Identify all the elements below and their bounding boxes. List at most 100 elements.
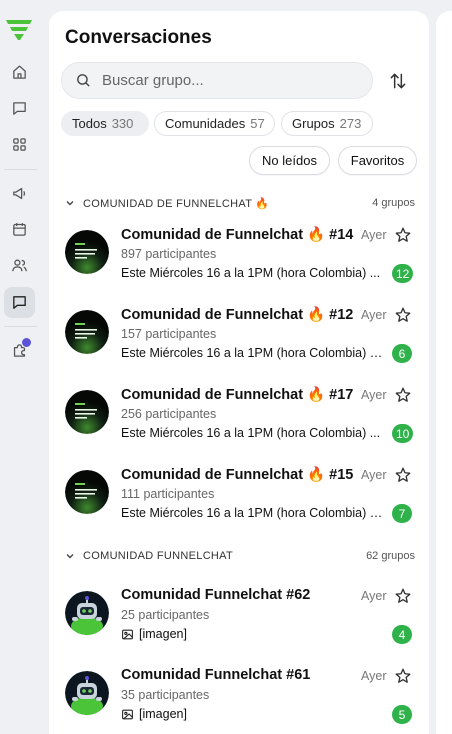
- chat-icon: [13, 102, 26, 115]
- chevron-down-icon[interactable]: [65, 198, 75, 208]
- group-avatar: [65, 230, 109, 274]
- section-count: 62 grupos: [366, 550, 415, 562]
- nav-calendar[interactable]: [4, 214, 35, 245]
- last-message-text: [imagen]: [139, 707, 187, 721]
- notification-dot: [21, 337, 32, 348]
- last-message: Este Miércoles 16 a la 1PM (hora Colombi…: [121, 346, 383, 360]
- last-message-text: Este Miércoles 16 a la 1PM (hora Colombi…: [121, 426, 381, 440]
- last-message-text: [imagen]: [139, 627, 187, 641]
- last-message-text: Este Miércoles 16 a la 1PM (hora Colombi…: [121, 266, 381, 280]
- participant-count: 35 participantes: [121, 688, 210, 702]
- group-avatar: [65, 390, 109, 434]
- group-avatar: [65, 310, 109, 354]
- unread-badge: 12: [392, 264, 414, 283]
- section-title: COMUNIDAD DE FUNNELCHAT 🔥: [83, 197, 270, 210]
- filter-todos[interactable]: Todos 330: [61, 111, 149, 136]
- participant-count: 897 participantes: [121, 247, 217, 261]
- search-icon: [77, 74, 90, 87]
- section-count: 4 grupos: [372, 197, 415, 209]
- unread-badge: 6: [392, 344, 412, 363]
- participant-count: 157 participantes: [121, 327, 217, 341]
- group-name: Comunidad Funnelchat #61: [121, 667, 311, 683]
- nav-home[interactable]: [4, 57, 35, 88]
- users-icon: [12, 259, 27, 272]
- star-icon[interactable]: [394, 587, 412, 605]
- timestamp: Ayer: [361, 388, 387, 402]
- group-name: Comunidad de Funnelchat 🔥 #17: [121, 387, 354, 403]
- timestamp: Ayer: [361, 589, 387, 603]
- apps-icon: [13, 138, 26, 151]
- participant-count: 111 participantes: [121, 487, 215, 501]
- unread-badge: 5: [392, 705, 412, 724]
- nav-contacts[interactable]: [4, 250, 35, 281]
- unread-badge: 10: [392, 424, 414, 443]
- conversation-row[interactable]: Comunidad de Funnelchat 🔥 #17 256 partici…: [49, 376, 429, 456]
- filter-label: Todos: [72, 116, 107, 131]
- conversation-row[interactable]: Comunidad Funnelchat #62 25 participantes…: [49, 577, 429, 657]
- filter-label: Grupos: [292, 116, 335, 131]
- filter-label: Comunidades: [165, 116, 246, 131]
- chevron-down-icon[interactable]: [65, 551, 75, 561]
- conversation-row[interactable]: Comunidad de Funnelchat 🔥 #15 111 partici…: [49, 456, 429, 536]
- group-avatar: [65, 671, 109, 715]
- search-box[interactable]: [61, 62, 373, 99]
- unread-badge: 4: [392, 625, 412, 644]
- group-name: Comunidad de Funnelchat 🔥 #15: [121, 467, 354, 483]
- unread-badge: 7: [392, 504, 412, 523]
- timestamp: Ayer: [361, 669, 387, 683]
- section-title: COMUNIDAD FUNNELCHAT: [83, 550, 234, 562]
- chat-active-icon: [13, 296, 26, 309]
- group-avatar: [65, 591, 109, 635]
- last-message: [imagen]: [121, 707, 383, 721]
- timestamp: Ayer: [361, 308, 387, 322]
- star-icon[interactable]: [394, 226, 412, 244]
- calendar-icon: [13, 223, 26, 236]
- star-icon[interactable]: [394, 386, 412, 404]
- last-message-text: Este Miércoles 16 a la 1PM (hora Colombi…: [121, 506, 383, 520]
- conversations-panel: Conversaciones Todos 330 Comunidades 57 …: [49, 11, 429, 734]
- timestamp: Ayer: [361, 228, 387, 242]
- star-icon[interactable]: [394, 306, 412, 324]
- nav-conversations[interactable]: [4, 287, 35, 318]
- image-icon: [121, 708, 139, 721]
- conversation-row[interactable]: Comunidad de Funnelchat 🔥 #12 157 partici…: [49, 296, 429, 376]
- page-title: Conversaciones: [65, 27, 212, 48]
- group-name: Comunidad de Funnelchat 🔥 #12: [121, 307, 354, 323]
- group-name: Comunidad de Funnelchat 🔥 #14: [121, 227, 354, 243]
- star-icon[interactable]: [394, 667, 412, 685]
- favorites-filter-button[interactable]: Favoritos: [338, 146, 417, 175]
- group-avatar: [65, 470, 109, 514]
- section-header[interactable]: COMUNIDAD FUNNELCHAT 62 grupos: [65, 546, 415, 566]
- sort-icon[interactable]: [388, 71, 408, 91]
- rail-divider: [4, 326, 37, 327]
- home-icon: [13, 65, 26, 79]
- group-name: Comunidad Funnelchat #62: [121, 587, 311, 603]
- rail-divider: [4, 169, 37, 170]
- nav-apps[interactable]: [4, 129, 35, 160]
- megaphone-icon: [13, 187, 26, 200]
- conversation-row[interactable]: Comunidad de Funnelchat 🔥 #14 897 partici…: [49, 216, 429, 296]
- left-rail: [0, 0, 38, 734]
- timestamp: Ayer: [361, 468, 387, 482]
- conversation-row[interactable]: Comunidad Funnelchat #61 35 participantes…: [49, 657, 429, 734]
- filter-count: 57: [250, 116, 265, 131]
- funnel-logo-icon[interactable]: [6, 20, 32, 40]
- image-icon: [121, 628, 139, 641]
- last-message-text: Este Miércoles 16 a la 1PM (hora Colombi…: [121, 346, 383, 360]
- filter-count: 273: [339, 116, 362, 131]
- search-input[interactable]: [102, 72, 342, 89]
- section-header[interactable]: COMUNIDAD DE FUNNELCHAT 🔥 4 grupos: [65, 193, 415, 213]
- unread-filter-button[interactable]: No leídos: [249, 146, 330, 175]
- last-message: Este Miércoles 16 a la 1PM (hora Colombi…: [121, 266, 383, 280]
- participant-count: 25 participantes: [121, 608, 210, 622]
- star-icon[interactable]: [394, 466, 412, 484]
- filter-count: 330: [111, 116, 134, 131]
- last-message: Este Miércoles 16 a la 1PM (hora Colombi…: [121, 506, 383, 520]
- filter-grupos[interactable]: Grupos 273: [281, 111, 373, 136]
- last-message: Este Miércoles 16 a la 1PM (hora Colombi…: [121, 426, 383, 440]
- nav-chat[interactable]: [4, 93, 35, 124]
- last-message: [imagen]: [121, 627, 383, 641]
- nav-campaigns[interactable]: [4, 178, 35, 209]
- participant-count: 256 participantes: [121, 407, 217, 421]
- filter-comunidades[interactable]: Comunidades 57: [154, 111, 275, 136]
